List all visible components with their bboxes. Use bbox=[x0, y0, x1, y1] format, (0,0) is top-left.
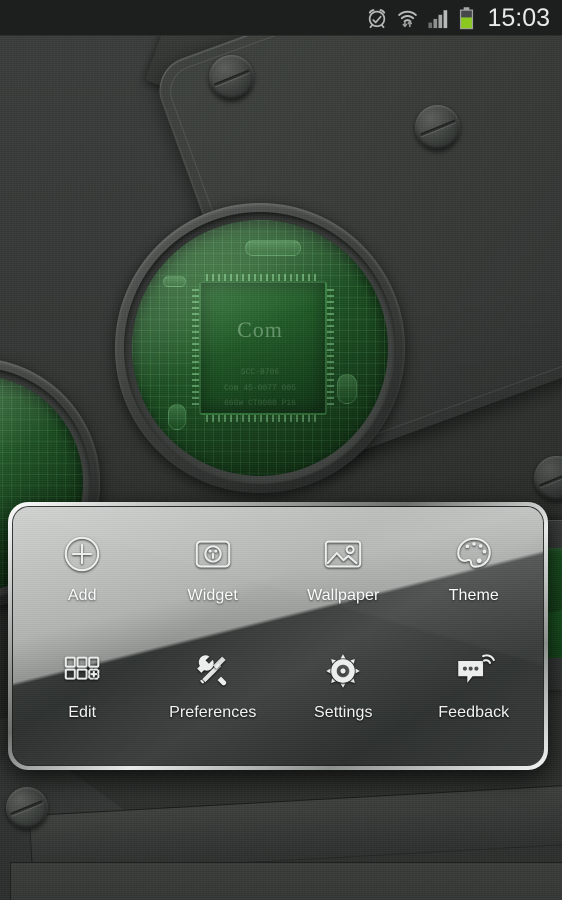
menu-item-label: Widget bbox=[187, 587, 238, 604]
menu-item-label: Wallpaper bbox=[307, 587, 380, 604]
palette-icon bbox=[451, 531, 497, 577]
menu-item-add[interactable]: Add bbox=[17, 521, 148, 638]
menu-item-feedback[interactable]: Feedback bbox=[409, 638, 540, 755]
widget-icon bbox=[190, 531, 236, 577]
home-options-menu[interactable]: Add Widget Wallpaper Theme Edit Preferen… bbox=[8, 502, 548, 770]
screw-icon bbox=[209, 55, 254, 100]
wifi-data-icon bbox=[397, 7, 418, 29]
grid-edit-icon bbox=[59, 648, 105, 694]
tools-icon bbox=[190, 648, 236, 694]
menu-item-label: Add bbox=[67, 587, 97, 604]
menu-item-label: Theme bbox=[448, 587, 499, 604]
screw-icon bbox=[415, 105, 460, 150]
menu-item-preferences[interactable]: Preferences bbox=[148, 638, 279, 755]
menu-item-settings[interactable]: Settings bbox=[278, 638, 409, 755]
menu-item-edit[interactable]: Edit bbox=[17, 638, 148, 755]
home-screen: Com SCC-B706 Com 45-0077 005 666W CT0000… bbox=[0, 0, 562, 900]
menu-grid: Add Widget Wallpaper Theme Edit Preferen… bbox=[13, 507, 543, 765]
menu-panel-inner: Add Widget Wallpaper Theme Edit Preferen… bbox=[12, 506, 544, 766]
alarm-clock-icon bbox=[366, 7, 388, 29]
menu-item-wallpaper[interactable]: Wallpaper bbox=[278, 521, 409, 638]
menu-item-widget[interactable]: Widget bbox=[148, 521, 279, 638]
status-bar: 15:03 bbox=[0, 0, 562, 36]
speech-bubble-icon bbox=[451, 648, 497, 694]
menu-item-label: Preferences bbox=[169, 704, 257, 721]
menu-item-label: Edit bbox=[68, 704, 97, 721]
menu-item-theme[interactable]: Theme bbox=[409, 521, 540, 638]
menu-item-label: Settings bbox=[313, 704, 373, 721]
metal-plate-bottom-b bbox=[10, 862, 562, 900]
gear-icon bbox=[320, 648, 366, 694]
signal-bars-icon bbox=[427, 7, 450, 29]
porthole-gloss bbox=[132, 220, 388, 476]
image-icon bbox=[320, 531, 366, 577]
circuit-board: Com SCC-B706 Com 45-0077 005 666W CT0000… bbox=[132, 220, 388, 476]
screw-icon bbox=[534, 456, 562, 501]
screw-icon bbox=[6, 787, 48, 829]
circuit-porthole-main: Com SCC-B706 Com 45-0077 005 666W CT0000… bbox=[115, 203, 405, 493]
menu-item-label: Feedback bbox=[438, 704, 510, 721]
battery-icon bbox=[459, 6, 474, 30]
plus-circle-icon bbox=[59, 531, 105, 577]
status-clock: 15:03 bbox=[487, 3, 550, 32]
